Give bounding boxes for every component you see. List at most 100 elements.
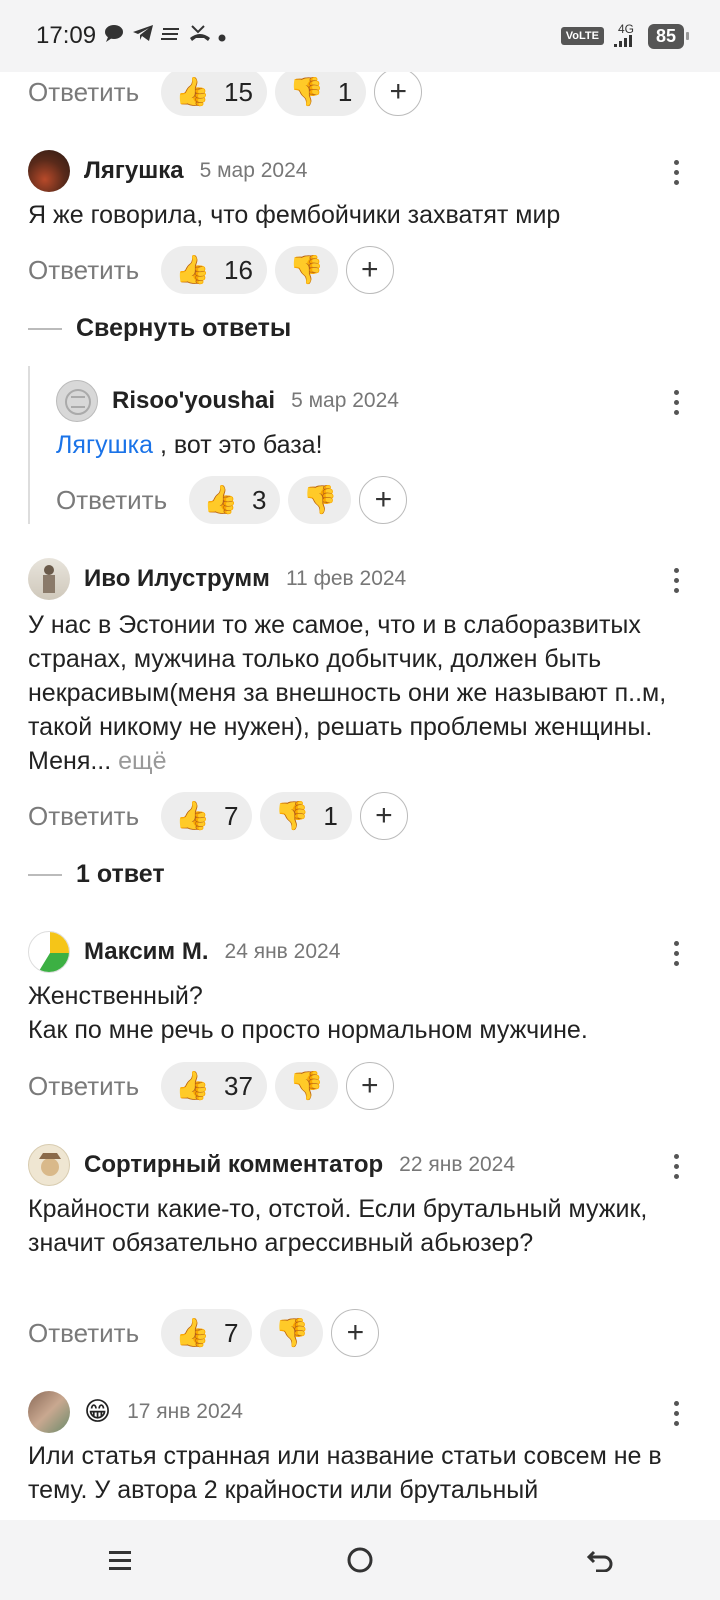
like-button[interactable]: 👍 7 bbox=[161, 1309, 253, 1357]
comment-author[interactable]: Сортирный комментатор bbox=[84, 1151, 383, 1179]
comment-author[interactable]: Лягушка bbox=[84, 157, 184, 185]
like-button[interactable]: 👍 16 bbox=[161, 246, 267, 294]
menu-nav-icon[interactable] bbox=[90, 1540, 150, 1580]
chat-bubble-icon bbox=[105, 25, 124, 42]
add-reaction-button[interactable]: + bbox=[345, 1062, 394, 1110]
comment-author[interactable]: Risoo'youshai bbox=[112, 387, 275, 415]
network-type: 4G bbox=[617, 22, 634, 36]
comment-actions: Ответить 👍 15 👎 1 + bbox=[28, 72, 423, 116]
dislike-button[interactable]: 👎 bbox=[274, 1062, 338, 1110]
comment-date: 22 янв 2024 bbox=[399, 1153, 516, 1176]
reply-text: , вот это база! bbox=[153, 431, 323, 459]
add-reaction-button[interactable]: + bbox=[374, 72, 423, 116]
thumbs-down-icon: 👎 bbox=[274, 1316, 310, 1349]
more-options-icon[interactable] bbox=[674, 941, 680, 967]
comments-feed[interactable]: Ответить 👍 15 👎 1 + Лягушка 5 мар 2024 Я… bbox=[0, 72, 720, 1520]
collapse-replies-label[interactable]: Свернуть ответы bbox=[76, 314, 291, 343]
missed-call-icon bbox=[189, 25, 210, 41]
collapse-line bbox=[28, 327, 62, 330]
collapse-replies[interactable]: Свернуть ответы bbox=[28, 314, 291, 343]
more-options-icon[interactable] bbox=[674, 1154, 680, 1180]
more-options-icon[interactable] bbox=[674, 1401, 680, 1427]
dislike-button[interactable]: 👎 1 bbox=[260, 792, 352, 840]
avatar[interactable] bbox=[28, 1391, 70, 1433]
battery-icon: 85 bbox=[647, 23, 690, 49]
volte-badge: VoLTE bbox=[560, 27, 604, 45]
comment-actions: Ответить 👍 37 👎 + bbox=[28, 1062, 394, 1110]
avatar[interactable] bbox=[28, 1144, 70, 1186]
reply-button[interactable]: Ответить bbox=[28, 801, 139, 832]
reply-button[interactable]: Ответить bbox=[28, 255, 139, 286]
add-reaction-button[interactable]: + bbox=[359, 476, 408, 524]
comment-date: 17 янв 2024 bbox=[127, 1400, 243, 1423]
thumbs-down-icon: 👎 bbox=[288, 75, 324, 108]
comment-text: У нас в Эстонии то же самое, что и в сла… bbox=[28, 608, 688, 778]
comment-date: 11 фев 2024 bbox=[285, 567, 407, 590]
thumbs-up-icon: 👍 bbox=[203, 483, 239, 516]
more-options-icon[interactable] bbox=[674, 160, 680, 186]
like-button[interactable]: 👍 3 bbox=[189, 476, 281, 524]
comment-text: Я же говорила, что фембойчики захватят м… bbox=[28, 201, 561, 229]
mention-link[interactable]: Лягушка bbox=[56, 431, 153, 459]
thumbs-up-icon: 👍 bbox=[175, 75, 211, 108]
comment-text: Крайности какие-то, отстой. Если бруталь… bbox=[28, 1195, 648, 1257]
collapse-line bbox=[28, 873, 62, 876]
comment-author[interactable]: Иво Илуструмм bbox=[84, 565, 270, 593]
comment-actions: Ответить 👍 7 👎 1 + bbox=[28, 792, 408, 840]
thumbs-up-icon: 👍 bbox=[175, 1316, 211, 1349]
like-count: 3 bbox=[252, 484, 267, 515]
read-more-link[interactable]: ещё bbox=[118, 747, 166, 775]
like-count: 37 bbox=[224, 1070, 253, 1101]
comment-header: 😁 17 янв 2024 bbox=[28, 1391, 243, 1433]
replies-count-label[interactable]: 1 ответ bbox=[76, 860, 165, 889]
show-replies[interactable]: 1 ответ bbox=[28, 860, 165, 889]
dislike-button[interactable]: 👎 1 bbox=[274, 72, 367, 116]
status-bar: 17:09 VoLTE 4G 85 bbox=[0, 0, 720, 72]
add-reaction-button[interactable]: + bbox=[331, 1309, 380, 1357]
dislike-button[interactable]: 👎 bbox=[260, 1309, 324, 1357]
comment-actions: Ответить 👍 7 👎 + bbox=[28, 1309, 380, 1357]
like-button[interactable]: 👍 37 bbox=[161, 1062, 267, 1110]
notification-icons bbox=[104, 24, 226, 48]
add-reaction-button[interactable]: + bbox=[359, 792, 408, 840]
like-count: 16 bbox=[224, 254, 253, 285]
system-navigation-bar bbox=[0, 1520, 720, 1600]
comment-actions: Ответить 👍 3 👎 + bbox=[56, 476, 408, 524]
like-count: 7 bbox=[224, 800, 239, 831]
comment-header: Risoo'youshai 5 мар 2024 bbox=[56, 380, 399, 422]
menu-icon bbox=[161, 28, 180, 40]
avatar[interactable] bbox=[28, 150, 70, 192]
home-nav-icon[interactable] bbox=[330, 1540, 390, 1580]
thumbs-up-icon: 👍 bbox=[175, 253, 211, 286]
dislike-button[interactable]: 👎 bbox=[288, 476, 352, 524]
reply-button[interactable]: Ответить bbox=[28, 77, 139, 108]
like-button[interactable]: 👍 15 bbox=[161, 72, 267, 116]
more-options-icon[interactable] bbox=[674, 568, 680, 594]
dislike-button[interactable]: 👎 bbox=[274, 246, 338, 294]
back-nav-icon[interactable] bbox=[570, 1540, 630, 1580]
add-reaction-button[interactable]: + bbox=[345, 246, 394, 294]
reply-thread-line bbox=[28, 366, 30, 524]
avatar[interactable] bbox=[56, 380, 98, 422]
dislike-count: 1 bbox=[337, 76, 353, 107]
reply-button[interactable]: Ответить bbox=[28, 1071, 139, 1102]
comment-line: Женственный? bbox=[28, 982, 203, 1010]
comment-text: Женственный? Как по мне речь о просто но… bbox=[28, 979, 688, 1047]
dislike-count: 1 bbox=[323, 800, 338, 831]
like-button[interactable]: 👍 7 bbox=[161, 792, 253, 840]
comment-header: Лягушка 5 мар 2024 bbox=[28, 150, 307, 192]
avatar[interactable] bbox=[28, 931, 70, 973]
avatar[interactable] bbox=[28, 558, 70, 600]
comment-line: Как по мне речь о просто нормальном мужч… bbox=[28, 1016, 588, 1044]
thumbs-up-icon: 👍 bbox=[175, 1069, 211, 1102]
comment-author[interactable]: 😁 bbox=[84, 1399, 111, 1425]
dot-icon bbox=[218, 34, 226, 42]
comment-header: Иво Илуструмм 11 фев 2024 bbox=[28, 558, 406, 600]
reply-button[interactable]: Ответить bbox=[56, 485, 167, 516]
comment-text: Или статья странная или название статьи … bbox=[28, 1442, 662, 1504]
more-options-icon[interactable] bbox=[674, 390, 680, 416]
comment-author[interactable]: Максим М. bbox=[84, 938, 209, 966]
comment-date: 5 мар 2024 bbox=[291, 389, 399, 412]
thumbs-down-icon: 👎 bbox=[302, 483, 338, 516]
reply-button[interactable]: Ответить bbox=[28, 1318, 139, 1349]
